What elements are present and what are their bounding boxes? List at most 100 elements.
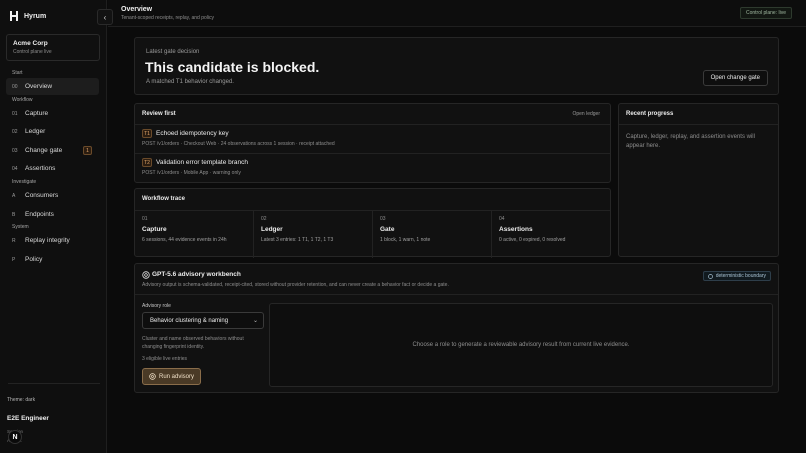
hero-kicker: Latest gate decision xyxy=(146,49,200,55)
selected-role: Behavior clustering & naming xyxy=(150,317,229,324)
hero-description: A matched T1 behavior changed. xyxy=(146,79,234,85)
trace-step-assertions[interactable]: 04 Assertions 0 active, 0 expired, 0 res… xyxy=(492,211,610,258)
nav-section-system: System xyxy=(12,224,29,230)
step-summary: 6 sessions, 44 evidence events in 24h xyxy=(142,237,227,243)
empty-state-text: Capture, ledger, replay, and assertion e… xyxy=(626,134,755,149)
step-label: Gate xyxy=(380,226,395,233)
divider xyxy=(135,124,610,125)
divider xyxy=(135,294,778,295)
tier-badge: T2 xyxy=(142,158,152,167)
page-subtitle: Tenant-scoped receipts, replay, and poli… xyxy=(121,15,215,21)
panel-title: Review first xyxy=(142,111,176,117)
sidebar-divider xyxy=(8,383,100,384)
badge-label: deterministic boundary xyxy=(715,273,766,279)
sidebar-item-overview[interactable]: 00 Overview xyxy=(6,78,99,95)
theme-toggle[interactable]: Theme: dark xyxy=(7,397,35,403)
shield-icon xyxy=(707,273,713,279)
sidebar-item-label: Endpoints xyxy=(25,211,54,218)
collapse-sidebar-button[interactable]: ‹ xyxy=(97,9,113,25)
step-label: Assertions xyxy=(499,226,533,233)
step-number: 01 xyxy=(142,216,148,222)
trace-step-gate[interactable]: 03 Gate 1 block, 1 warn, 1 note xyxy=(373,211,492,258)
divider xyxy=(619,124,778,125)
panel-title: Recent progress xyxy=(626,111,674,117)
workflow-trace-panel: Workflow trace 01 Capture 6 sessions, 44… xyxy=(134,188,611,258)
review-item-meta: POST /v1/orders · Mobile App · warning o… xyxy=(142,170,241,176)
hyrum-logo-icon xyxy=(10,11,18,21)
nav-section-investigate: Investigate xyxy=(12,179,37,185)
sidebar-item-policy[interactable]: P Policy xyxy=(6,251,99,268)
step-summary: 0 active, 0 expired, 0 resolved xyxy=(499,237,566,243)
step-summary: 1 block, 1 warn, 1 note xyxy=(380,237,431,243)
advisory-description: Advisory output is schema-validated, rec… xyxy=(142,282,449,288)
review-item-meta: POST /v1/orders · Checkout Web · 24 obse… xyxy=(142,141,335,147)
trace-steps: 01 Capture 6 sessions, 44 evidence event… xyxy=(135,210,610,258)
gate-decision-panel: Latest gate decision This candidate is b… xyxy=(134,37,779,95)
panel-title: GPT-5.6 advisory workbench xyxy=(152,271,241,278)
nav-num: 04 xyxy=(12,165,18,172)
sparkle-icon xyxy=(149,373,156,380)
nav-section-workflow: Workflow xyxy=(12,97,33,103)
advisory-result-area: Choose a role to generate a reviewable a… xyxy=(269,303,773,387)
open-change-gate-button[interactable]: Open change gate xyxy=(702,70,768,86)
sidebar-item-replay-integrity[interactable]: R Replay integrity xyxy=(6,232,99,249)
nav-num: P xyxy=(12,256,16,263)
recent-progress-panel: Recent progress Capture, ledger, replay,… xyxy=(618,103,779,257)
button-label: Run advisory xyxy=(159,373,195,380)
review-item[interactable]: T2 Validation error template branch POST… xyxy=(142,158,603,176)
step-number: 04 xyxy=(499,216,505,222)
page-header: Overview Tenant-scoped receipts, replay,… xyxy=(108,0,806,27)
sidebar-item-label: Capture xyxy=(25,110,49,117)
sidebar-item-ledger[interactable]: 02 Ledger xyxy=(6,123,99,140)
user-name: E2E Engineer xyxy=(7,415,49,422)
status-badge: Control plane: live xyxy=(739,7,792,19)
sidebar-item-label: Consumers xyxy=(25,192,59,199)
nav-num: B xyxy=(12,211,16,218)
role-description: Cluster and name observed behaviors with… xyxy=(142,336,244,350)
sidebar-item-change-gate[interactable]: 03 Change gate 1 xyxy=(6,142,99,159)
nav-section-start: Start xyxy=(12,70,23,76)
sidebar-item-label: Assertions xyxy=(25,165,56,172)
tier-badge: T1 xyxy=(142,129,152,138)
brand[interactable]: Hyrum xyxy=(10,11,46,21)
avatar[interactable]: N xyxy=(8,430,22,444)
sidebar-item-consumers[interactable]: A Consumers xyxy=(6,187,99,204)
deterministic-boundary-badge: deterministic boundary xyxy=(702,271,771,281)
sparkle-icon xyxy=(142,271,150,279)
brand-name: Hyrum xyxy=(24,12,47,20)
trace-step-capture[interactable]: 01 Capture 6 sessions, 44 evidence event… xyxy=(135,211,254,258)
panel-title: Workflow trace xyxy=(142,196,185,202)
trace-step-ledger[interactable]: 02 Ledger Latest 3 entries: 1 T1, 1 T2, … xyxy=(254,211,373,258)
sidebar-item-label: Ledger xyxy=(25,128,46,135)
sidebar-item-capture[interactable]: 01 Capture xyxy=(6,105,99,122)
org-switcher[interactable]: Acme Corp Control plane live xyxy=(6,34,100,61)
review-item-title: Echoed idempotency key xyxy=(156,130,229,137)
page-title: Overview xyxy=(121,6,153,13)
step-number: 02 xyxy=(261,216,267,222)
advisory-role-label: Advisory role xyxy=(142,303,171,309)
result-placeholder: Choose a role to generate a reviewable a… xyxy=(412,342,630,348)
run-advisory-button[interactable]: Run advisory xyxy=(142,368,202,385)
advisory-workbench-panel: GPT-5.6 advisory workbench Advisory outp… xyxy=(134,263,779,393)
step-number: 03 xyxy=(380,216,386,222)
sidebar-item-assertions[interactable]: 04 Assertions xyxy=(6,160,99,177)
nav-num: R xyxy=(12,237,16,244)
review-first-panel: Review first Open ledger T1 Echoed idemp… xyxy=(134,103,611,183)
nav-num: 00 xyxy=(12,83,18,90)
sidebar-item-endpoints[interactable]: B Endpoints xyxy=(6,206,99,223)
step-label: Capture xyxy=(142,226,167,233)
org-status: Control plane live xyxy=(13,49,52,55)
review-item[interactable]: T1 Echoed idempotency key POST /v1/order… xyxy=(142,129,603,147)
nav-num: 03 xyxy=(12,147,18,154)
step-summary: Latest 3 entries: 1 T1, 1 T2, 1 T3 xyxy=(261,237,334,243)
review-item-title: Validation error template branch xyxy=(156,159,249,166)
sidebar-item-label: Change gate xyxy=(25,147,63,154)
advisory-role-select[interactable]: Behavior clustering & naming ⌄ xyxy=(142,312,264,329)
sidebar-item-label: Replay integrity xyxy=(25,237,70,244)
open-ledger-link[interactable]: Open ledger xyxy=(572,111,600,117)
sidebar-item-label: Overview xyxy=(25,83,53,90)
step-label: Ledger xyxy=(261,226,283,233)
chevron-down-icon: ⌄ xyxy=(252,318,258,324)
eligible-count: 3 eligible live entries xyxy=(142,356,188,362)
nav-num: 02 xyxy=(12,128,18,135)
